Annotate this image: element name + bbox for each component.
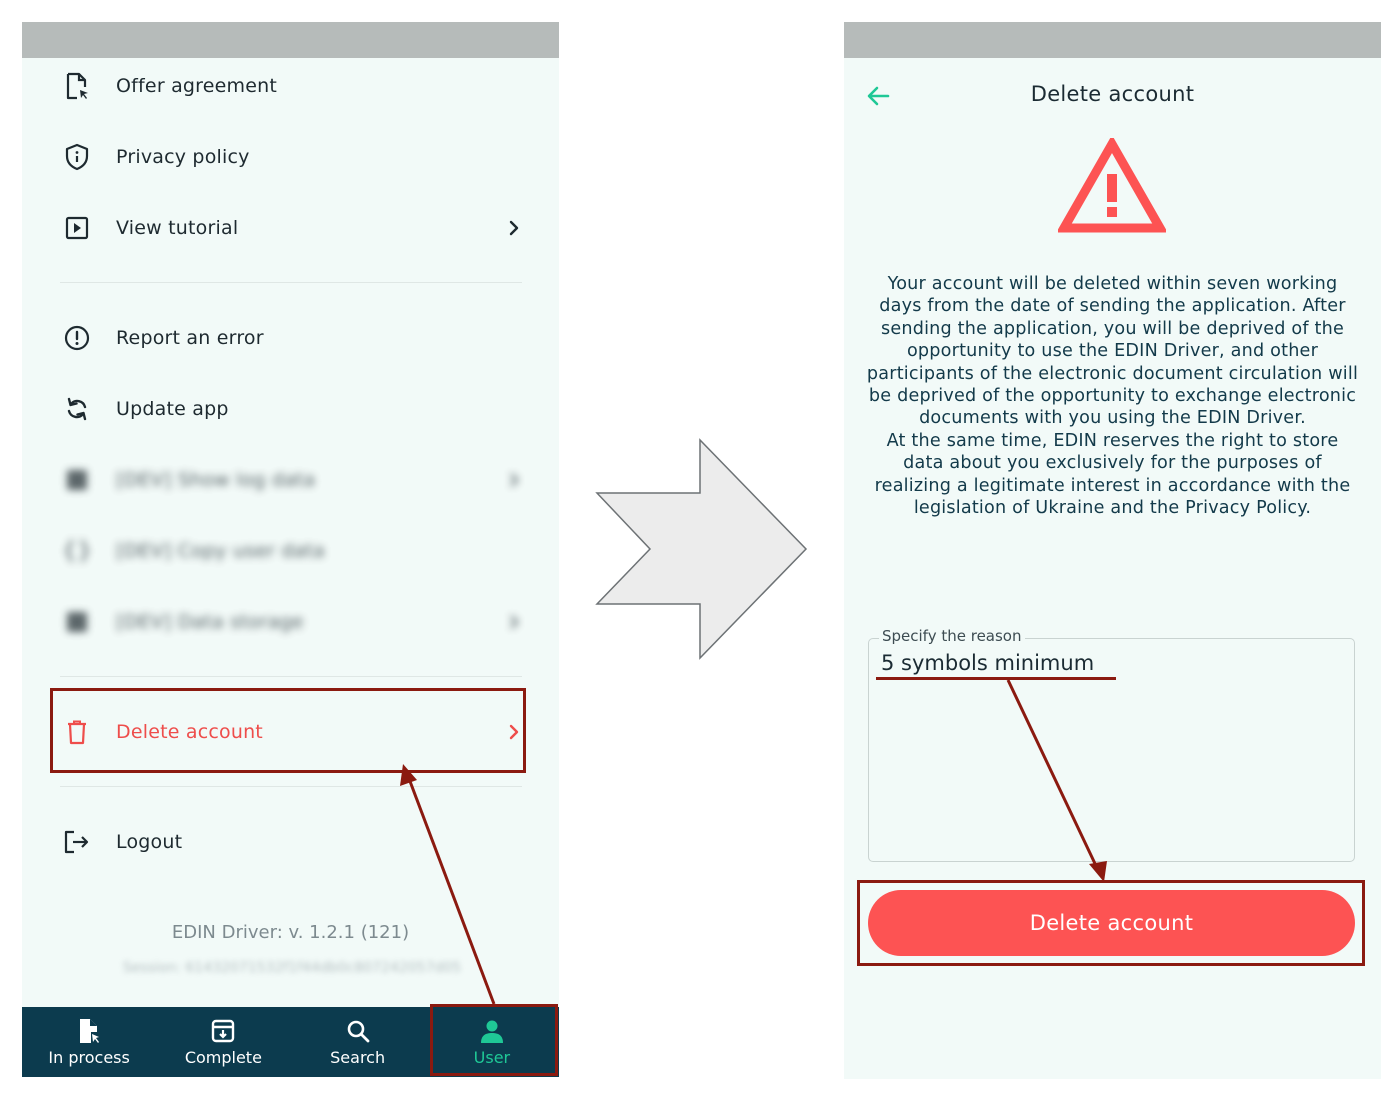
warning-paragraph: Your account will be deleted within seve… (866, 274, 1359, 429)
user-menu-screen: Offer agreement Privacy policy View tuto… (22, 22, 559, 1077)
chevron-right-icon (504, 470, 524, 490)
log-icon (60, 463, 94, 497)
tab-in-process[interactable]: In process (22, 1007, 156, 1077)
play-square-icon (60, 211, 94, 245)
tab-complete[interactable]: Complete (156, 1007, 290, 1077)
logout-icon (60, 825, 94, 859)
highlight-delete-account-item (50, 688, 526, 773)
reason-field[interactable]: Specify the reason (868, 627, 1355, 862)
document-cursor-icon (78, 1018, 100, 1044)
braces-icon (60, 534, 94, 568)
tab-label: In process (48, 1047, 130, 1067)
tab-label: Complete (184, 1047, 262, 1067)
menu-item-offer-agreement[interactable]: Offer agreement (60, 61, 524, 111)
menu-item-label: [DEV] Data storage (116, 611, 304, 633)
menu-item-dev-show-log[interactable]: [DEV] Show log data (60, 455, 524, 505)
menu-item-update-app[interactable]: Update app (60, 384, 524, 434)
menu-item-label: Offer agreement (116, 75, 278, 97)
menu-item-dev-data-storage[interactable]: [DEV] Data storage (60, 597, 524, 647)
menu-item-label: Report an error (116, 327, 264, 349)
menu-item-label: View tutorial (116, 217, 239, 239)
highlight-delete-button (857, 880, 1365, 966)
divider (60, 676, 522, 677)
reason-label: Specify the reason (879, 627, 1025, 645)
tab-search[interactable]: Search (291, 1007, 425, 1077)
alert-circle-icon (60, 321, 94, 355)
divider (60, 282, 522, 283)
menu-item-label: Logout (116, 831, 183, 853)
screen-header: Delete account (844, 72, 1381, 120)
annotation-underline (876, 677, 1116, 680)
status-bar (844, 22, 1381, 58)
status-bar (22, 22, 559, 58)
warning-triangle-icon (1056, 134, 1168, 234)
shield-info-icon (60, 140, 94, 174)
warning-paragraph: At the same time, EDIN reserves the righ… (874, 430, 1351, 519)
tab-label: Search (330, 1047, 386, 1067)
menu-item-label: Update app (116, 398, 229, 420)
archive-icon (210, 1018, 236, 1044)
reason-input[interactable] (881, 651, 1341, 675)
storage-icon (60, 605, 94, 639)
divider (60, 786, 522, 787)
highlight-user-tab (430, 1004, 558, 1076)
warning-message: Your account will be deleted within seve… (866, 273, 1359, 519)
search-icon (345, 1018, 371, 1044)
chevron-right-icon (504, 218, 524, 238)
menu-item-label: Privacy policy (116, 146, 250, 168)
menu-item-label: [DEV] Copy user data (116, 540, 326, 562)
app-version: EDIN Driver: v. 1.2.1 (121) (171, 922, 410, 943)
menu-item-label: [DEV] Show log data (116, 469, 316, 491)
menu-item-logout[interactable]: Logout (60, 817, 524, 867)
menu-item-dev-copy-user-data[interactable]: [DEV] Copy user data (60, 526, 524, 576)
menu-item-view-tutorial[interactable]: View tutorial (60, 203, 524, 253)
menu-item-report-error[interactable]: Report an error (60, 313, 524, 363)
menu-item-privacy-policy[interactable]: Privacy policy (60, 132, 524, 182)
session-id: Session: 61432071532f1f44db0c807242057d0… (122, 960, 462, 976)
document-cursor-icon (60, 69, 94, 103)
page-title: Delete account (1030, 82, 1195, 106)
chevron-right-icon (504, 612, 524, 632)
sync-icon (60, 392, 94, 426)
